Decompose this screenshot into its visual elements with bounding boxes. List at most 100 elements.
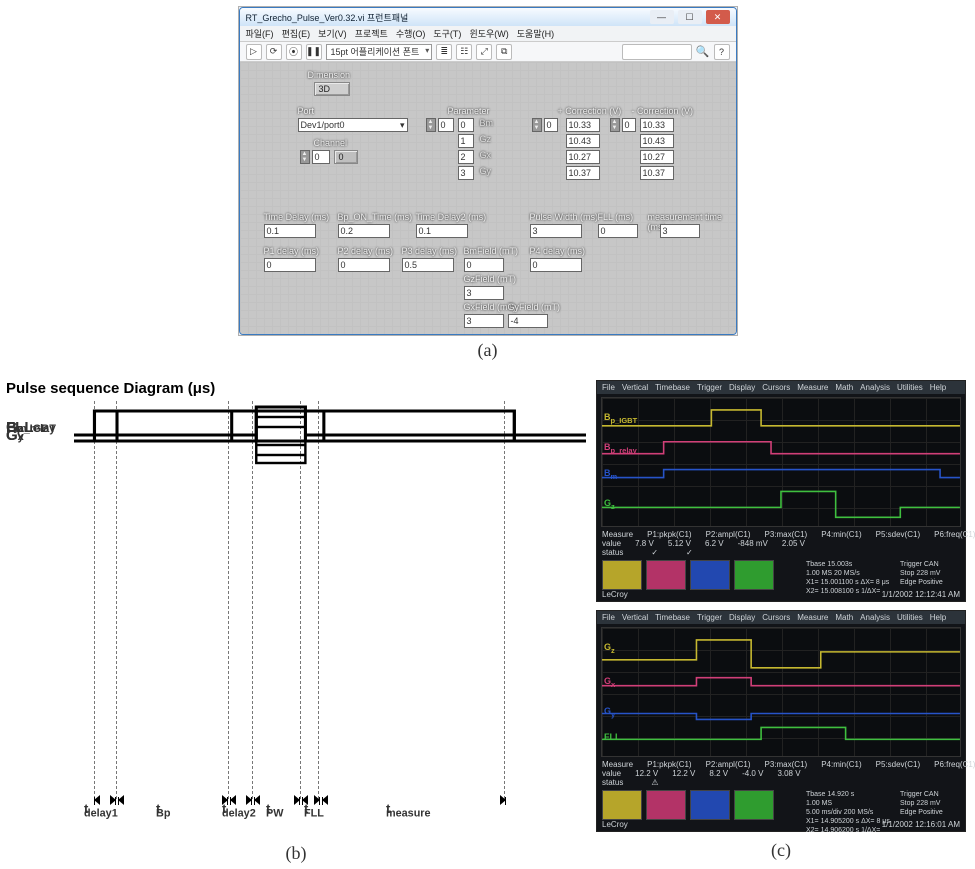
bmfield-input[interactable]: 0 xyxy=(464,258,504,272)
scope-menu-display[interactable]: Display xyxy=(729,383,755,392)
front-panel-canvas: Dimension 3D Port Dev1/port0▾ Channel ▲▼… xyxy=(240,62,736,335)
distribute-button[interactable]: ☷ xyxy=(456,44,472,60)
help-icon[interactable]: ? xyxy=(714,44,730,60)
p1-input[interactable]: 0 xyxy=(264,258,316,272)
run-button[interactable]: ▷ xyxy=(246,44,262,60)
menu-tools[interactable]: 도구(T) xyxy=(433,27,461,40)
pause-button[interactable]: ❚❚ xyxy=(306,44,322,60)
align-button[interactable]: ≣ xyxy=(436,44,452,60)
gyfield-input[interactable]: -4 xyxy=(508,314,548,328)
fll-input[interactable]: 0 xyxy=(598,224,638,238)
scope-menu-analysis[interactable]: Analysis xyxy=(860,383,890,392)
parameter-label: Parameter xyxy=(448,106,490,116)
scope2-menu-display[interactable]: Display xyxy=(729,613,755,622)
scope2-thumb-c1[interactable] xyxy=(602,790,642,820)
corr-minus-index[interactable]: 0 xyxy=(622,118,636,132)
menu-edit[interactable]: 편집(E) xyxy=(282,27,311,40)
scope1-thumb-c3[interactable] xyxy=(690,560,730,590)
corr-plus-0[interactable]: 10.33 xyxy=(566,118,600,132)
corr-plus-2[interactable]: 10.27 xyxy=(566,150,600,164)
scope-menu-help[interactable]: Help xyxy=(930,383,946,392)
parameter-index-spinner[interactable]: ▲▼ xyxy=(426,118,436,132)
scope-menu-measure[interactable]: Measure xyxy=(797,383,828,392)
gzfield-input[interactable]: 3 xyxy=(464,286,504,300)
reorder-button[interactable]: ⧉ xyxy=(496,44,512,60)
p2-input[interactable]: 0 xyxy=(338,258,390,272)
scope2-menu-trigger[interactable]: Trigger xyxy=(697,613,722,622)
scope2-thumb-c2[interactable] xyxy=(646,790,686,820)
channel-value[interactable]: 0 xyxy=(334,150,358,164)
port-label: Port xyxy=(298,106,315,116)
corr-minus-0[interactable]: 10.33 xyxy=(640,118,674,132)
parameter-index[interactable]: 0 xyxy=(438,118,454,132)
minimize-button[interactable]: — xyxy=(650,10,674,24)
bp-on-input[interactable]: 0.2 xyxy=(338,224,390,238)
scope2-menu-timebase[interactable]: Timebase xyxy=(655,613,690,622)
scope2-menu-math[interactable]: Math xyxy=(835,613,853,622)
channel-index-spinner[interactable]: ▲▼ xyxy=(300,150,310,164)
p3-input[interactable]: 0.5 xyxy=(402,258,454,272)
menu-run[interactable]: 수행(O) xyxy=(396,27,426,40)
run-cont-button[interactable]: ⟳ xyxy=(266,44,282,60)
gzfield-label: GzField (mT) xyxy=(464,274,517,284)
diagram-title: Pulse sequence Diagram (μs) xyxy=(6,380,586,397)
scope1-thumb-c1[interactable] xyxy=(602,560,642,590)
dimension-control[interactable]: 3D xyxy=(314,82,350,96)
scope-menu-cursors[interactable]: Cursors xyxy=(762,383,790,392)
pulse-width-input[interactable]: 3 xyxy=(530,224,582,238)
corr-plus-spinner[interactable]: ▲▼ xyxy=(532,118,542,132)
corr-minus-3[interactable]: 10.37 xyxy=(640,166,674,180)
font-selector[interactable]: 15pt 어플리케이션 폰트 xyxy=(326,44,433,60)
menu-view[interactable]: 보기(V) xyxy=(318,27,347,40)
bmfield-label: BmField (mT) xyxy=(464,246,519,256)
gxfield-input[interactable]: 3 xyxy=(464,314,504,328)
corr-plus-3[interactable]: 10.37 xyxy=(566,166,600,180)
maximize-button[interactable]: ☐ xyxy=(678,10,702,24)
time-delay2-label: Time Delay2 (ms) xyxy=(416,212,487,222)
channel-index[interactable]: 0 xyxy=(312,150,330,164)
scope-menu-timebase[interactable]: Timebase xyxy=(655,383,690,392)
scope-menu-file[interactable]: File xyxy=(602,383,615,392)
resize-button[interactable]: ⤢ xyxy=(476,44,492,60)
corr-plus-1[interactable]: 10.43 xyxy=(566,134,600,148)
scope2-menu-vertical[interactable]: Vertical xyxy=(622,613,648,622)
search-icon[interactable]: 🔍 xyxy=(696,45,710,58)
measure-input[interactable]: 3 xyxy=(660,224,700,238)
param-row-1-name: Gz xyxy=(480,134,492,144)
menu-project[interactable]: 프로젝트 xyxy=(355,27,388,40)
p2-label: P2 delay (ms) xyxy=(338,246,394,256)
p4-input[interactable]: 0 xyxy=(530,258,582,272)
menu-file[interactable]: 파일(F) xyxy=(246,27,274,40)
scope2-menu-cursors[interactable]: Cursors xyxy=(762,613,790,622)
corr-plus-index[interactable]: 0 xyxy=(544,118,558,132)
search-field[interactable] xyxy=(622,44,692,60)
menu-help[interactable]: 도움말(H) xyxy=(517,27,554,40)
port-selector[interactable]: Dev1/port0▾ xyxy=(298,118,408,132)
scope-top: File Vertical Timebase Trigger Display C… xyxy=(596,380,966,602)
scope1-brand: LeCroy xyxy=(602,590,628,599)
scope2-menu-help[interactable]: Help xyxy=(930,613,946,622)
scope2-menu-measure[interactable]: Measure xyxy=(797,613,828,622)
close-button[interactable]: ✕ xyxy=(706,10,730,24)
scope2-menu-file[interactable]: File xyxy=(602,613,615,622)
scope-menu-trigger[interactable]: Trigger xyxy=(697,383,722,392)
scope-menu-vertical[interactable]: Vertical xyxy=(622,383,648,392)
abort-button[interactable]: ⦿ xyxy=(286,44,302,60)
scope-menu-math[interactable]: Math xyxy=(835,383,853,392)
corr-minus-1[interactable]: 10.43 xyxy=(640,134,674,148)
scope2-thumb-c3[interactable] xyxy=(690,790,730,820)
corr-minus-2[interactable]: 10.27 xyxy=(640,150,674,164)
time-delay-input[interactable]: 0.1 xyxy=(264,224,316,238)
scope1-thumb-c4[interactable] xyxy=(734,560,774,590)
scope2-thumb-c4[interactable] xyxy=(734,790,774,820)
scope2-menu-analysis[interactable]: Analysis xyxy=(860,613,890,622)
scope-menu-bar: File Vertical Timebase Trigger Display C… xyxy=(597,381,965,394)
scope2-menu-utilities[interactable]: Utilities xyxy=(897,613,923,622)
corr-minus-spinner[interactable]: ▲▼ xyxy=(610,118,620,132)
corr-plus-label: + Correction (V) xyxy=(558,106,622,116)
time-delay2-input[interactable]: 0.1 xyxy=(416,224,468,238)
menu-window[interactable]: 윈도우(W) xyxy=(469,27,508,40)
port-value: Dev1/port0 xyxy=(301,120,345,130)
scope-menu-utilities[interactable]: Utilities xyxy=(897,383,923,392)
scope1-thumb-c2[interactable] xyxy=(646,560,686,590)
